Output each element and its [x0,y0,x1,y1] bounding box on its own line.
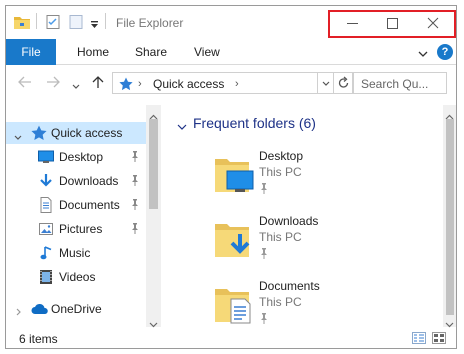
item-count: 6 items [19,332,58,346]
title-separator [105,13,106,29]
pin-icon[interactable] [130,151,140,165]
pin-icon[interactable] [130,175,140,189]
folder-name: Desktop [259,149,304,163]
music-folder-icon [40,245,54,264]
title-separator [36,13,37,29]
refresh-button[interactable] [334,72,353,94]
address-bar[interactable]: › Quick access › [112,72,318,94]
pin-icon[interactable] [130,199,140,213]
sidebar-item-label: OneDrive [51,302,102,316]
scrollbar-thumb[interactable] [149,119,158,209]
search-placeholder: Search Qu... [361,77,429,91]
details-view-icon[interactable] [412,332,426,347]
sidebar-item-label: Documents [59,198,120,212]
collapse-group-chevron-icon[interactable] [177,120,187,134]
expand-chevron-icon[interactable] [16,305,22,319]
tab-share[interactable]: Share [135,39,167,65]
window-title: File Explorer [116,16,184,30]
back-arrow-icon[interactable] [18,76,32,91]
large-icons-view-icon[interactable] [432,332,446,347]
tab-view[interactable]: View [194,39,220,65]
onedrive-cloud-icon [31,303,49,318]
folder-location: This PC [259,165,302,179]
sidebar-item-desktop[interactable]: Desktop [6,146,146,168]
sidebar-item-label: Quick access [51,126,123,140]
content-pane-scrollbar[interactable] [443,105,456,328]
quick-access-toolbar-dropdown-icon[interactable] [90,18,99,32]
file-explorer-window: File Explorer File Home Share View ? › Q… [5,5,457,349]
folder-app-icon[interactable] [14,15,30,32]
help-icon[interactable]: ? [437,44,453,60]
sidebar-item-label: Music [59,246,91,260]
downloads-folder-icon [213,218,255,263]
documents-folder-icon [213,283,255,328]
sidebar-item-label: Pictures [59,222,103,236]
pin-icon[interactable] [130,223,140,237]
tab-home[interactable]: Home [77,39,109,65]
sidebar-item-onedrive[interactable]: OneDrive [6,298,146,320]
navigation-bar: › Quick access › Search Qu... [6,66,456,102]
videos-folder-icon [38,269,54,288]
scrollbar-thumb[interactable] [446,119,454,315]
search-input[interactable]: Search Qu... [353,72,447,94]
recent-locations-chevron-icon[interactable] [72,79,80,93]
maximize-button[interactable] [373,12,413,34]
sidebar-item-label: Desktop [59,150,104,164]
downloads-folder-icon [38,173,54,192]
close-button[interactable] [413,12,453,34]
breadcrumb-separator-icon[interactable]: › [235,78,239,90]
folder-tile-desktop[interactable]: Desktop This PC [211,149,431,211]
sidebar-item-pictures[interactable]: Pictures [6,218,146,240]
desktop-folder-icon [213,153,255,198]
status-bar: 6 items [6,328,456,348]
documents-folder-icon [38,197,54,216]
pin-icon[interactable] [259,183,269,197]
sidebar-item-downloads[interactable]: Downloads [6,170,146,192]
breadcrumb-quick-access[interactable]: Quick access [153,77,224,91]
properties-icon[interactable] [46,15,60,32]
desktop-folder-icon [38,149,54,168]
up-arrow-icon[interactable] [92,75,104,92]
sidebar-item-label: Videos [59,270,96,284]
minimize-button[interactable] [333,12,373,34]
new-folder-icon[interactable] [69,15,83,32]
sidebar-item-label: Downloads [59,174,119,188]
pictures-folder-icon [38,221,54,240]
title-bar: File Explorer [6,6,456,38]
star-icon [119,77,133,94]
expand-ribbon-chevron-icon[interactable] [418,47,428,61]
sidebar-item-documents[interactable]: Documents [6,194,146,216]
navigation-pane-scrollbar[interactable] [146,105,161,328]
folder-location: This PC [259,295,302,309]
sidebar-item-videos[interactable]: Videos [6,266,146,288]
expand-chevron-icon[interactable] [14,130,22,144]
refresh-icon [337,76,350,93]
folder-name: Downloads [259,214,319,228]
sidebar-item-quick-access[interactable]: Quick access [6,122,146,144]
star-icon [31,125,47,144]
pin-icon[interactable] [259,248,269,262]
forward-arrow-icon[interactable] [46,76,60,91]
address-dropdown-button[interactable] [318,72,334,94]
content-pane: Frequent folders (6) Desktop This PC Dow… [163,105,443,327]
breadcrumb-separator-icon[interactable]: › [138,78,142,90]
folder-location: This PC [259,230,302,244]
folder-tile-downloads[interactable]: Downloads This PC [211,214,431,276]
pin-icon[interactable] [259,313,269,327]
navigation-pane: Quick access Desktop Downloads Documents… [6,105,161,322]
ribbon-tabs: File Home Share View ? [6,39,456,65]
tab-file[interactable]: File [6,39,56,65]
sidebar-item-music[interactable]: Music [6,242,146,264]
folder-name: Documents [259,279,320,293]
group-header-frequent-folders[interactable]: Frequent folders (6) [193,115,316,131]
